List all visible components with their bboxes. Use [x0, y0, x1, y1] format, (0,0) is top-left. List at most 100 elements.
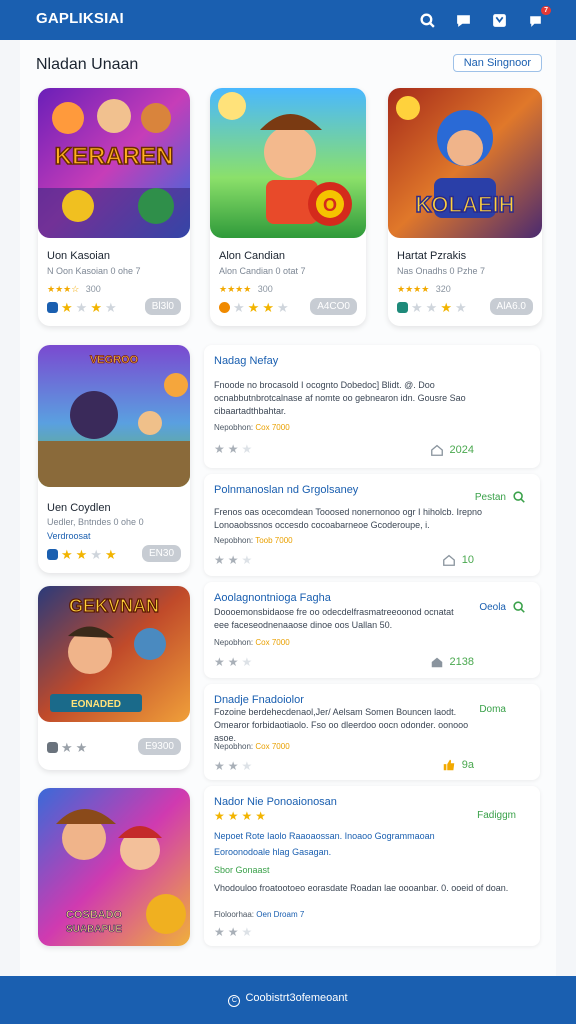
info-card[interactable]: Nador Nie Ponoaionosan ★ ★ ★ ★ Fadiggm N… [204, 786, 540, 946]
info-title[interactable]: Dnadje Fnadoiolor [214, 694, 304, 706]
rating-row: ★ ★ ★ ★ [214, 810, 266, 822]
meta-label: Nepobhon: [214, 536, 254, 545]
info-stat[interactable]: 10 [442, 553, 474, 567]
star-icon: ★ [214, 553, 225, 567]
bookmark-icon[interactable] [488, 9, 510, 31]
info-stat[interactable]: 9a [442, 758, 474, 772]
game-thumbnail[interactable]: KERAREN [38, 88, 190, 238]
mini-rating: ★★★★ 320 [397, 284, 451, 294]
star-icon: ★ [214, 759, 225, 773]
info-description: Fnoode no brocasold I ocognto Dobedoc] B… [214, 380, 466, 416]
search-icon[interactable] [512, 490, 526, 504]
star-icon: ★ [227, 925, 239, 939]
meta-value: Oen Droam 7 [256, 910, 305, 919]
rating-row: ★ ★ ★ [214, 656, 252, 668]
info-stat[interactable]: 2138 [430, 655, 474, 669]
game-card[interactable]: KOLAEIH Hartat Pzrakis Nas Onadhs 0 Pzhe… [388, 88, 542, 326]
star-icon: ★ [241, 442, 253, 456]
notifications-icon[interactable]: 7 [524, 6, 551, 31]
game-thumbnail[interactable]: GEKVNAN EONADED [38, 586, 190, 722]
info-title[interactable]: Nadag Nefay [214, 355, 278, 367]
search-icon[interactable] [416, 9, 438, 31]
notification-badge: 7 [541, 6, 551, 15]
mini-rating-count: 300 [257, 284, 273, 294]
rating-row: ★ ★ ★ [214, 554, 252, 566]
platform-icon [47, 742, 58, 753]
mini-rating: ★★★☆ 300 [47, 284, 101, 294]
star-icon: ★ [214, 442, 225, 456]
info-card[interactable]: Polnmanoslan nd Grgolsaney Pestan Frenos… [204, 474, 540, 576]
meta-value: Toob 7000 [255, 536, 293, 545]
info-title[interactable]: Polnmanoslan nd Grgolsaney [214, 484, 358, 496]
see-all-button[interactable]: Nan Singnoor [452, 54, 542, 72]
info-title[interactable]: Aoolagnontnioga Fagha [214, 592, 331, 604]
star-icon: ★ [75, 740, 88, 755]
thumbnail-title: O [323, 195, 337, 215]
meta-value: Cox 7000 [255, 742, 290, 751]
star-icon: ★ [227, 553, 239, 567]
star-icon: ★ [61, 300, 73, 315]
price-button[interactable]: AlA6.0 [489, 298, 533, 315]
game-thumbnail[interactable]: VEGROO [38, 345, 190, 487]
info-title[interactable]: Nador Nie Ponoaionosan [214, 796, 337, 808]
info-stat[interactable]: 2024 [430, 443, 474, 457]
mini-rating: ★★★★ 300 [219, 284, 273, 294]
star-icon: ★ [90, 547, 102, 562]
info-card[interactable]: Aoolagnontnioga Fagha Oeola Doooemonsbid… [204, 582, 540, 678]
info-description: Frenos oas ocecomdean Tooosed nonernonoo… [214, 507, 483, 530]
developer-label: Verdroosat [47, 531, 91, 541]
game-subtitle: Alon Candian 0 otat 7 [219, 266, 306, 276]
rating-row: ★ ★ ★ [214, 760, 252, 772]
star-icon: ★ [227, 655, 239, 669]
price-button[interactable]: EN30 [141, 545, 181, 562]
game-thumbnail[interactable]: COSBADO SUABAPUE [38, 788, 190, 946]
app-brand[interactable]: GAPLIKSIAI [36, 10, 124, 27]
mini-rating-count: 320 [435, 284, 451, 294]
star-icon: ★ [233, 300, 245, 315]
info-meta: Nepobhon: Toob 7000 [214, 536, 293, 545]
copyright-icon: C [228, 995, 241, 1007]
price-button[interactable]: E9300 [138, 738, 181, 755]
star-icon: ★ [276, 300, 289, 315]
thumbnail-title: GEKVNAN [69, 596, 159, 616]
game-card[interactable]: COSBADO SUABAPUE [38, 788, 190, 946]
info-card[interactable]: Dnadje Fnadoiolor Doma Fozoine berdehecd… [204, 684, 540, 780]
rating-row: ★ ★ ★ ★ [47, 301, 117, 314]
chat-icon[interactable] [452, 9, 474, 31]
rating-row: ★ ★ ★ ★ [219, 301, 289, 314]
rating-row: ★ ★ ★ [214, 443, 252, 455]
top-actions: 7 [416, 6, 551, 31]
star-icon: ★ [241, 925, 253, 939]
game-card[interactable]: VEGROO Uen Coydlen Uedler, Bntndes 0 ohe… [38, 345, 190, 573]
info-tag[interactable]: Oeola [479, 602, 506, 613]
info-meta: Floloorhaa: Oen Droam 7 [214, 910, 304, 919]
info-tag[interactable]: Pestan [475, 492, 506, 503]
star-icon: ★ [255, 809, 267, 823]
star-icon: ★ [247, 300, 260, 315]
home-icon [431, 657, 442, 668]
price-button[interactable]: Bl3l0 [144, 298, 181, 315]
game-thumbnail[interactable]: O [210, 88, 366, 238]
thumbnail-title: VEGROO [90, 354, 139, 366]
search-icon[interactable] [512, 600, 526, 614]
game-subtitle: Uedler, Bntndes 0 ohe 0 [47, 517, 144, 527]
info-line: Sbor Gonaast [214, 865, 270, 875]
star-icon: ★ [454, 300, 467, 315]
info-card[interactable]: Nadag Nefay Fnoode no brocasold I ocognt… [204, 345, 540, 468]
game-card[interactable]: GEKVNAN EONADED ★ ★ E9300 [38, 586, 190, 770]
game-card[interactable]: KERAREN Uon Kasoian N Oon Kasoian 0 ohe … [38, 88, 190, 326]
footer-text-row: C Coobistrt3ofemeoant [0, 992, 576, 1007]
star-icon: ★ [214, 925, 225, 939]
price-button[interactable]: A4CO0 [310, 298, 357, 315]
thumbnail-title: KERAREN [55, 143, 174, 170]
game-card[interactable]: O Alon Candian Alon Candian 0 otat 7 ★★★… [210, 88, 366, 326]
footer-text[interactable]: Coobistrt3ofemeoant [245, 992, 347, 1004]
info-tag[interactable]: Fadiggm [477, 810, 516, 821]
star-icon: ★ [262, 300, 274, 315]
info-line: Nepoet Rote Iaolo Raaoaossan. Inoaoo Gog… [214, 831, 435, 841]
info-meta: Nepobhon: Cox 7000 [214, 423, 290, 432]
game-thumbnail[interactable]: KOLAEIH [388, 88, 542, 238]
info-tag[interactable]: Doma [479, 704, 506, 715]
thumbnail-banner: SUABAPUE [66, 924, 122, 935]
stat-value: 9a [461, 759, 474, 771]
